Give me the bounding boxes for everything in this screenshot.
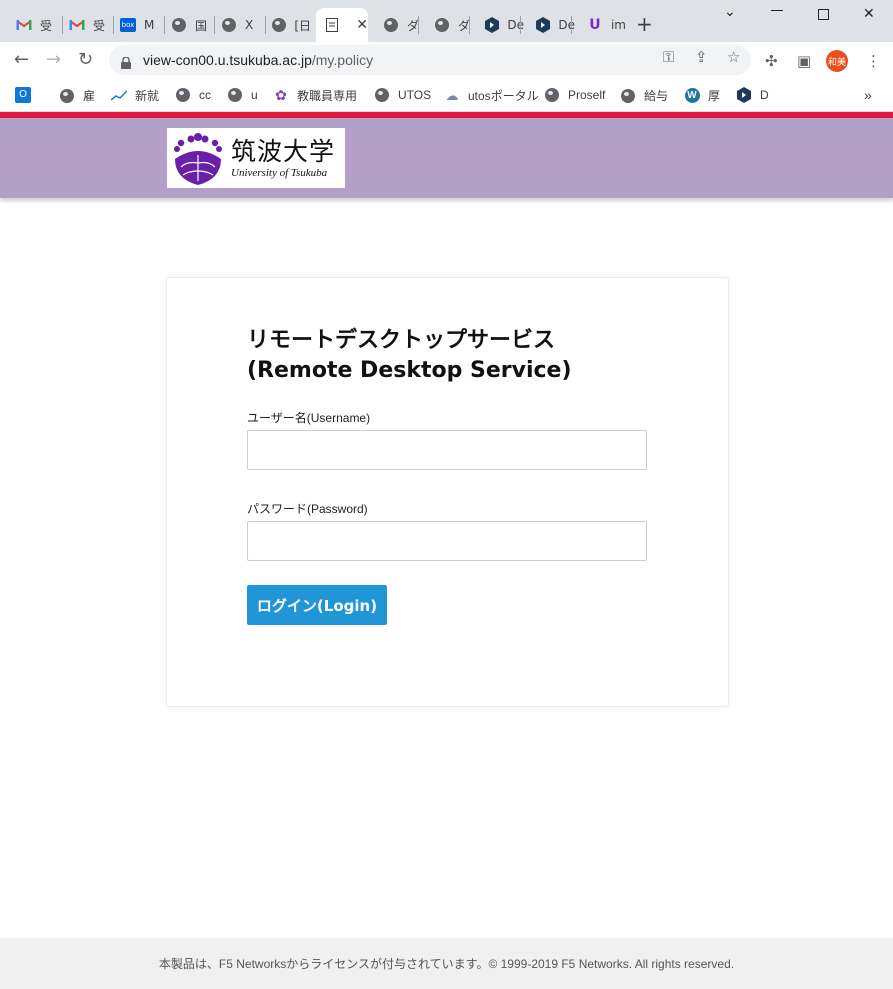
page-icon xyxy=(326,17,339,33)
extensions-icon[interactable]: ✣ xyxy=(765,52,778,70)
login-button[interactable]: ログイン(Login) xyxy=(247,585,387,625)
username-label: ユーザー名(Username) xyxy=(247,411,371,425)
address-bar[interactable]: view-con00.u.tsukuba.ac.jp/my.policy xyxy=(109,45,751,75)
tab-strip: 受 受 box M 国 X [日 ✕ ダ ダ De De U im + ⌄ ✕ xyxy=(0,0,893,42)
tab-label: [日 xyxy=(294,18,311,33)
chart-icon xyxy=(111,88,127,104)
profile-avatar[interactable]: 和美 xyxy=(826,50,848,72)
tab-label: im xyxy=(610,18,626,32)
bookmark-11[interactable]: D xyxy=(736,87,769,103)
bookmark-3[interactable]: cc xyxy=(175,87,211,103)
globe-icon xyxy=(175,87,191,103)
tab-hex-1[interactable]: De xyxy=(469,8,524,42)
bookmark-9[interactable]: 給与 xyxy=(620,87,668,104)
minimize-icon[interactable] xyxy=(771,10,783,11)
u-icon: U xyxy=(589,17,601,33)
globe-icon xyxy=(544,87,560,103)
tab-globe-2[interactable]: X xyxy=(205,8,260,42)
tab-label: M xyxy=(144,18,155,32)
grape-icon: ✿ xyxy=(275,87,287,103)
copyright-text: 本製品は、F5 Networksからライセンスが付与されています。© 1999-… xyxy=(158,957,735,971)
tab-globe-1[interactable]: 国 xyxy=(155,8,210,42)
star-icon[interactable]: ☆ xyxy=(727,50,740,65)
bookmark-1[interactable]: 雇 xyxy=(59,87,95,104)
outlook-icon: O xyxy=(15,87,31,103)
password-label: パスワード(Password) xyxy=(247,502,368,516)
globe-icon xyxy=(171,17,187,33)
reload-icon[interactable]: ↻ xyxy=(78,50,93,70)
globe-icon xyxy=(374,87,390,103)
url-text: view-con00.u.tsukuba.ac.jp/my.policy xyxy=(143,52,374,68)
bookmark-outlook[interactable]: O xyxy=(15,87,39,103)
bookmark-8[interactable]: Proself xyxy=(544,87,605,103)
hexagon-icon xyxy=(736,87,752,103)
globe-icon xyxy=(59,88,75,104)
gmail-icon xyxy=(16,17,32,33)
lock-icon xyxy=(121,54,131,69)
menu-icon[interactable]: ⋮ xyxy=(866,52,881,70)
bookmark-4[interactable]: u xyxy=(227,87,258,103)
title-japanese: リモートデスクトップサービス xyxy=(247,328,556,353)
maximize-icon[interactable] xyxy=(818,9,829,20)
tab-label: 受 xyxy=(40,18,53,33)
tab-hex-2[interactable]: De xyxy=(520,8,575,42)
globe-icon xyxy=(434,17,450,33)
share-icon[interactable]: ⇪ xyxy=(695,50,708,65)
tab-active[interactable]: ✕ xyxy=(316,8,368,42)
globe-icon xyxy=(383,17,399,33)
bookmark-2[interactable]: 新就 xyxy=(111,87,159,104)
tab-globe-4[interactable]: ダ xyxy=(367,8,422,42)
paulownia-crest-icon xyxy=(174,133,222,185)
globe-icon xyxy=(227,87,243,103)
hexagon-icon xyxy=(536,17,551,33)
box-icon: box xyxy=(120,17,136,33)
back-icon[interactable]: ← xyxy=(14,50,29,70)
cloud-icon: ☁ xyxy=(445,87,459,103)
page-title: リモートデスクトップサービス (Remote Desktop Service) xyxy=(247,326,572,386)
tab-globe-5[interactable]: ダ xyxy=(418,8,473,42)
bookmarks-overflow-button[interactable]: » xyxy=(864,87,872,103)
side-panel-icon[interactable]: ▣ xyxy=(797,52,811,70)
globe-icon xyxy=(620,88,636,104)
university-logo: 筑波大学 University of Tsukuba xyxy=(167,128,345,188)
wordpress-icon: W xyxy=(684,88,700,104)
browser-toolbar: ← → ↻ view-con00.u.tsukuba.ac.jp/my.poli… xyxy=(0,42,893,79)
logo-japanese-name: 筑波大学 xyxy=(231,137,336,166)
logo-english-name: University of Tsukuba xyxy=(231,167,328,179)
password-input[interactable] xyxy=(247,521,647,561)
globe-icon xyxy=(272,17,287,33)
login-card: リモートデスクトップサービス (Remote Desktop Service) … xyxy=(166,277,729,707)
page-footer: 本製品は、F5 Networksからライセンスが付与されています。© 1999-… xyxy=(0,938,893,989)
tab-u[interactable]: U im xyxy=(571,8,626,42)
username-input[interactable] xyxy=(247,430,647,470)
bookmark-10[interactable]: W 厚 xyxy=(684,87,720,104)
bookmark-5[interactable]: ✿ 教職員専用 xyxy=(273,87,357,104)
tab-search-icon[interactable]: ⌄ xyxy=(724,4,736,20)
forward-icon[interactable]: → xyxy=(46,50,61,70)
hexagon-icon xyxy=(485,17,500,33)
bookmarks-bar: O 雇 新就 cc u ✿ 教職員専用 UTOS ☁ utosポータル Pros… xyxy=(0,79,893,112)
title-english: (Remote Desktop Service) xyxy=(247,358,572,383)
site-header: 筑波大学 University of Tsukuba xyxy=(0,118,893,198)
window-close-icon[interactable]: ✕ xyxy=(863,6,875,22)
globe-icon xyxy=(221,17,237,33)
key-icon[interactable]: ⚿ xyxy=(663,50,674,65)
tab-label: X xyxy=(245,18,254,32)
new-tab-button[interactable]: + xyxy=(636,14,653,34)
bookmark-6[interactable]: UTOS xyxy=(374,87,431,103)
gmail-icon xyxy=(69,17,85,33)
tab-globe-3[interactable]: [日 xyxy=(256,8,311,42)
bookmark-7[interactable]: ☁ utosポータル xyxy=(444,87,539,104)
